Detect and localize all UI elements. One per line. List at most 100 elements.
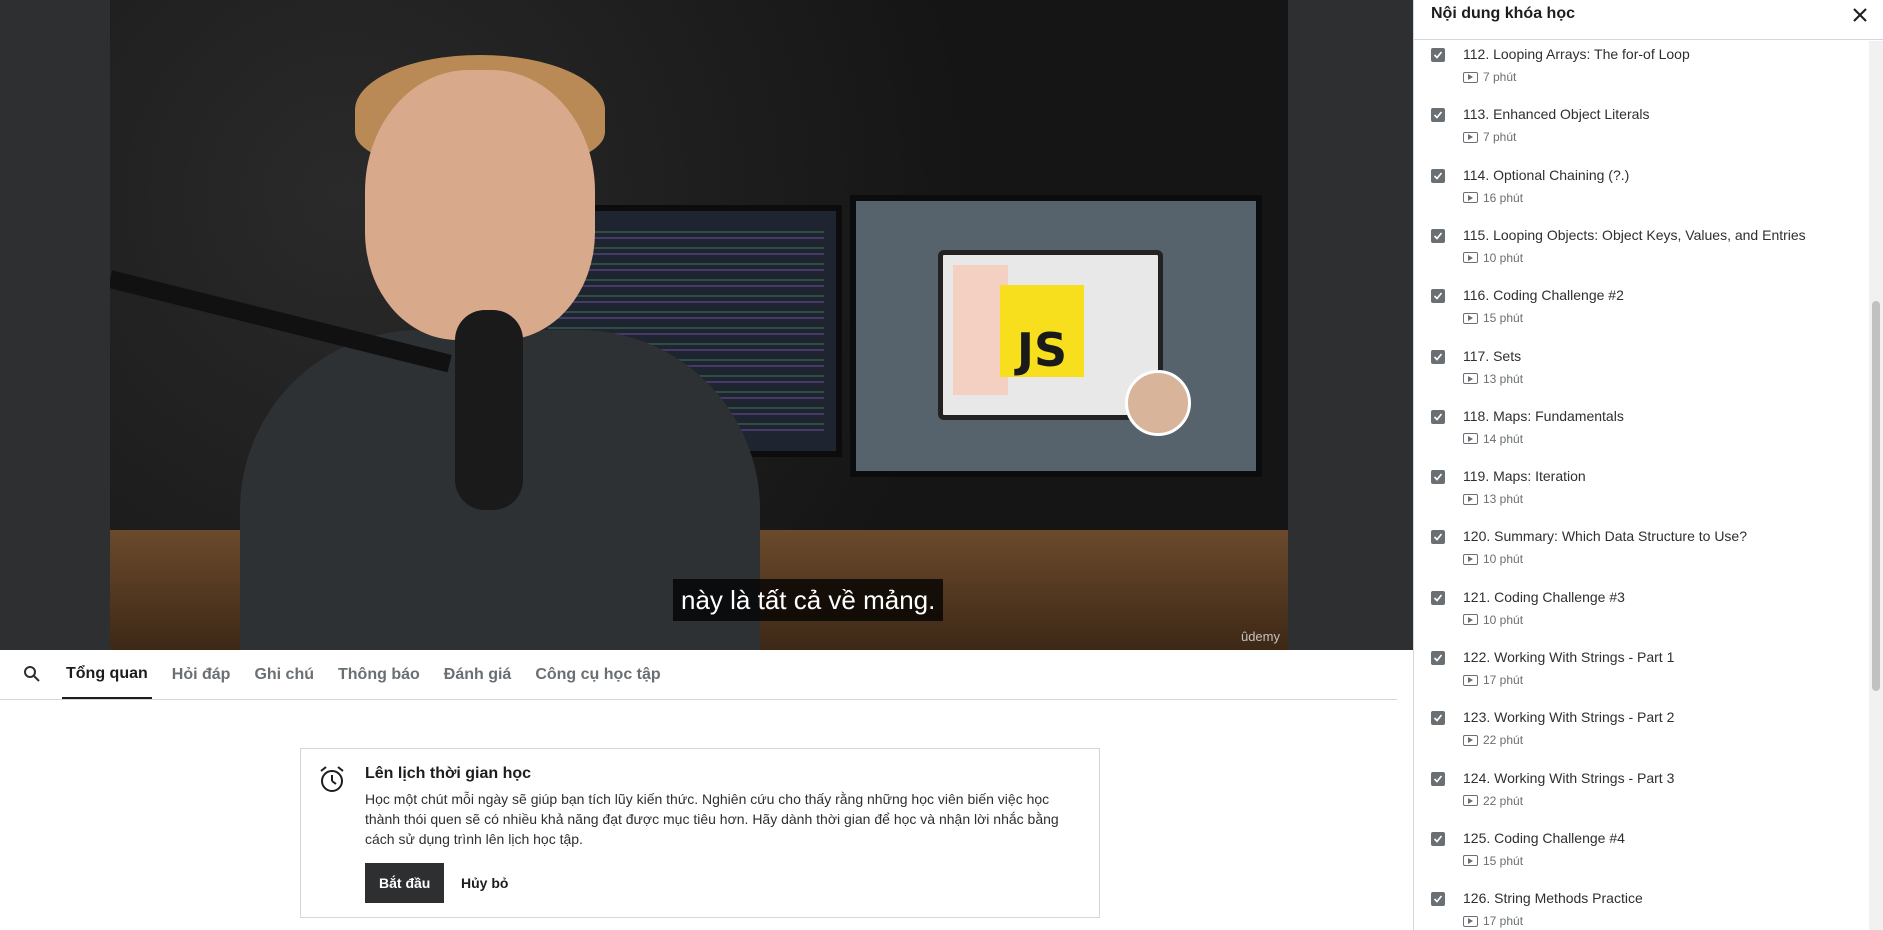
lecture-item[interactable]: 115. Looping Objects: Object Keys, Value… xyxy=(1414,222,1870,282)
alarm-clock-icon xyxy=(317,765,347,795)
reminder-title: Lên lịch thời gian học xyxy=(365,765,532,782)
tab-qa[interactable]: Hỏi đáp xyxy=(168,650,235,699)
lecture-item[interactable]: 124. Working With Strings - Part 3 22 phú… xyxy=(1414,765,1870,825)
lecture-title: 115. Looping Objects: Object Keys, Value… xyxy=(1463,226,1806,243)
lecture-item[interactable]: 116. Coding Challenge #2 15 phút xyxy=(1414,282,1870,342)
scrollbar-thumb[interactable] xyxy=(1872,301,1880,691)
lecture-duration: 22 phút xyxy=(1483,733,1524,748)
search-icon[interactable] xyxy=(22,664,44,686)
lecture-complete-checkbox[interactable] xyxy=(1431,831,1445,846)
video-icon xyxy=(1463,71,1478,83)
lecture-complete-checkbox[interactable] xyxy=(1431,470,1445,485)
lecture-duration: 16 phút xyxy=(1483,190,1524,205)
lecture-title: 121. Coding Challenge #3 xyxy=(1463,588,1625,605)
udemy-watermark: ûdemy xyxy=(1240,629,1280,644)
cancel-button[interactable]: Hủy bỏ xyxy=(451,863,518,903)
lecture-duration: 13 phút xyxy=(1483,371,1524,386)
lecture-duration: 22 phút xyxy=(1483,793,1524,808)
lecture-item[interactable]: 119. Maps: Iteration 13 phút xyxy=(1414,463,1870,523)
lecture-duration: 15 phút xyxy=(1483,853,1524,868)
lecture-item[interactable]: 117. Sets 13 phút xyxy=(1414,343,1870,403)
lecture-item[interactable]: 118. Maps: Fundamentals 14 phút xyxy=(1414,403,1870,463)
tab-learning-tools[interactable]: Công cụ học tập xyxy=(531,650,664,699)
video-icon xyxy=(1463,855,1478,867)
lecture-duration: 10 phút xyxy=(1483,552,1524,567)
lecture-complete-checkbox[interactable] xyxy=(1431,711,1445,726)
lecture-meta: 15 phút xyxy=(1463,854,1523,868)
lecture-complete-checkbox[interactable] xyxy=(1431,168,1445,183)
video-subtitle: này là tất cả về mảng. xyxy=(673,579,944,621)
lecture-complete-checkbox[interactable] xyxy=(1431,651,1445,665)
lecture-duration: 13 phút xyxy=(1483,492,1524,507)
lecture-item[interactable]: 126. String Methods Practice 17 phút xyxy=(1414,885,1870,930)
lecture-item[interactable]: 112. Looping Arrays: The for-of Loop 7 ph… xyxy=(1414,41,1870,101)
lecture-complete-checkbox[interactable] xyxy=(1431,409,1445,424)
sidebar-scrollbar[interactable] xyxy=(1869,41,1883,930)
video-icon xyxy=(1463,795,1478,807)
lecture-title: 120. Summary: Which Data Structure to Us… xyxy=(1463,528,1747,545)
lecture-title: 113. Enhanced Object Literals xyxy=(1463,106,1650,123)
lecture-meta: 13 phút xyxy=(1463,372,1523,386)
tab-overview[interactable]: Tổng quan xyxy=(62,650,152,699)
video-icon xyxy=(1463,433,1478,445)
lecture-complete-checkbox[interactable] xyxy=(1431,892,1445,907)
lecture-meta: 22 phút xyxy=(1463,794,1523,808)
close-icon[interactable] xyxy=(1848,3,1872,27)
video-icon xyxy=(1463,312,1478,324)
lecture-list: 112. Looping Arrays: The for-of Loop 7 ph… xyxy=(1414,41,1870,930)
lecture-meta: 14 phút xyxy=(1463,432,1523,446)
lecture-title: 123. Working With Strings - Part 2 xyxy=(1463,709,1675,726)
lecture-title: 112. Looping Arrays: The for-of Loop xyxy=(1463,46,1690,62)
lecture-item[interactable]: 113. Enhanced Object Literals 7 phút xyxy=(1414,101,1870,161)
lecture-complete-checkbox[interactable] xyxy=(1431,590,1445,605)
lecture-complete-checkbox[interactable] xyxy=(1431,349,1445,364)
lecture-complete-checkbox[interactable] xyxy=(1431,771,1445,786)
lecture-title: 122. Working With Strings - Part 1 xyxy=(1463,649,1675,665)
lecture-item[interactable]: 123. Working With Strings - Part 2 22 phú… xyxy=(1414,704,1870,764)
js-sticker: JS xyxy=(1000,285,1084,377)
lecture-complete-checkbox[interactable] xyxy=(1431,289,1445,304)
lecture-item[interactable]: 114. Optional Chaining (?.) 16 phút xyxy=(1414,162,1870,222)
video-player[interactable]: JS này là tất cả về mảng. ûdemy xyxy=(110,0,1288,650)
video-icon xyxy=(1463,131,1478,143)
lecture-item[interactable]: 120. Summary: Which Data Structure to Us… xyxy=(1414,523,1870,583)
lecture-complete-checkbox[interactable] xyxy=(1431,108,1445,123)
lecture-duration: 14 phút xyxy=(1483,431,1524,446)
tab-notes[interactable]: Ghi chú xyxy=(250,650,318,699)
lecture-complete-checkbox[interactable] xyxy=(1431,530,1445,545)
lecture-duration: 17 phút xyxy=(1483,914,1524,929)
lecture-item[interactable]: 122. Working With Strings - Part 1 17 phú… xyxy=(1414,644,1870,704)
lecture-duration: 10 phút xyxy=(1483,250,1524,265)
lecture-meta: 10 phút xyxy=(1463,251,1523,265)
lecture-complete-checkbox[interactable] xyxy=(1431,48,1445,62)
video-icon xyxy=(1463,674,1478,686)
lecture-title: 117. Sets xyxy=(1463,347,1522,364)
lecture-title: 126. String Methods Practice xyxy=(1463,890,1643,907)
video-icon xyxy=(1463,734,1478,746)
video-icon xyxy=(1463,252,1478,264)
lecture-duration: 15 phút xyxy=(1483,311,1524,326)
lecture-meta: 17 phút xyxy=(1463,673,1523,687)
lecture-complete-checkbox[interactable] xyxy=(1431,228,1445,243)
video-icon xyxy=(1463,192,1478,204)
lecture-duration: 17 phút xyxy=(1483,673,1524,687)
course-content-sidebar: Nội dung khóa học 112. Looping Arrays: T… xyxy=(1413,0,1883,930)
lecture-item[interactable]: 121. Coding Challenge #3 10 phút xyxy=(1414,584,1870,644)
lecture-title: 114. Optional Chaining (?.) xyxy=(1463,166,1630,183)
lecture-meta: 16 phút xyxy=(1463,191,1523,205)
lecture-duration: 7 phút xyxy=(1483,70,1517,84)
lecture-meta: 10 phút xyxy=(1463,552,1523,566)
tab-announcements[interactable]: Thông báo xyxy=(334,650,424,699)
lecture-meta: 10 phút xyxy=(1463,613,1523,627)
video-icon xyxy=(1463,915,1478,927)
lecture-meta: 7 phút xyxy=(1463,70,1516,84)
tab-reviews[interactable]: Đánh giá xyxy=(440,650,516,699)
lecture-meta: 17 phút xyxy=(1463,914,1523,928)
lecture-item[interactable]: 125. Coding Challenge #4 15 phút xyxy=(1414,825,1870,885)
lecture-title: 116. Coding Challenge #2 xyxy=(1463,287,1624,304)
start-button[interactable]: Bắt đầu xyxy=(365,863,445,903)
sidebar-header: Nội dung khóa học xyxy=(1414,0,1883,40)
lecture-meta: 7 phút xyxy=(1463,130,1516,144)
video-icon xyxy=(1463,373,1478,384)
lecture-meta: 15 phút xyxy=(1463,311,1523,325)
